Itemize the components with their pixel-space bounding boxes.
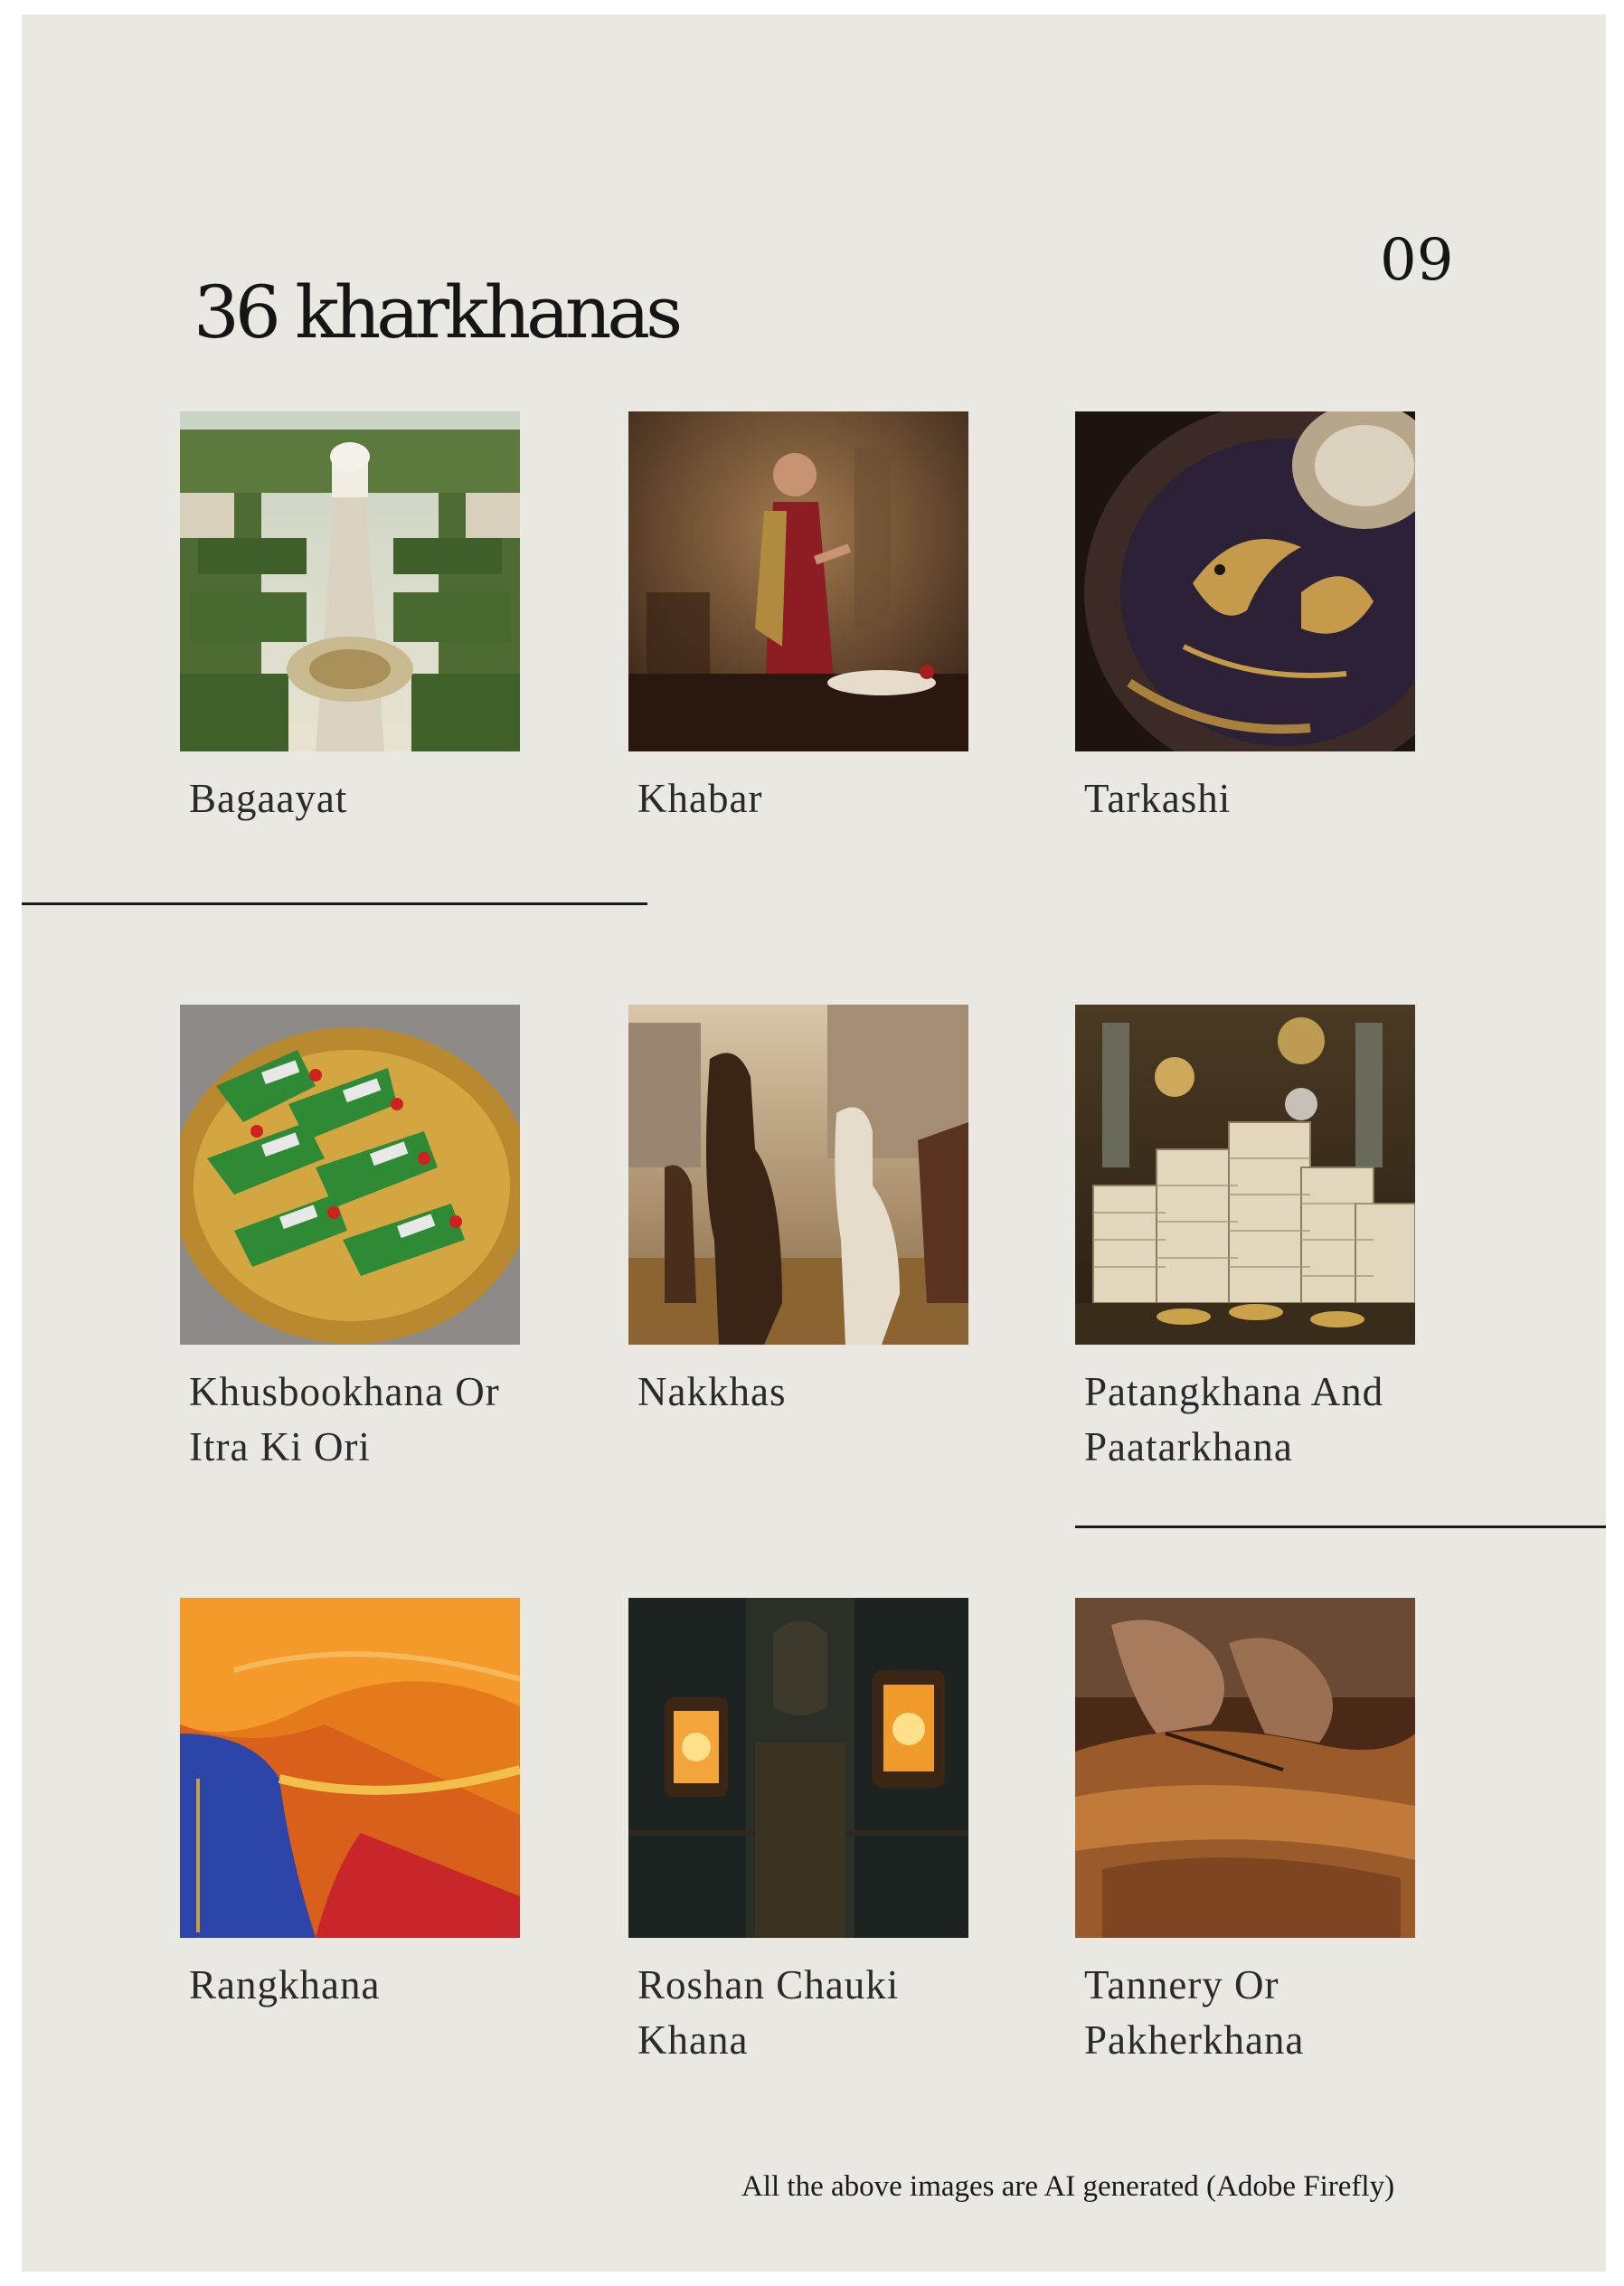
- grid-item-tarkashi: Tarkashi: [1075, 411, 1415, 827]
- item-caption: Nakkhas: [637, 1369, 787, 1414]
- item-caption: Patangkhana And Paatarkhana: [1084, 1369, 1384, 1469]
- item-caption: Rangkhana: [189, 1962, 381, 2007]
- wall-lanterns-image: [628, 1598, 968, 1938]
- grid-item-roshan-chauki: Roshan Chauki Khana: [628, 1598, 968, 2068]
- mughal-garden-image: [180, 411, 520, 751]
- leather-work-image: [1075, 1598, 1415, 1938]
- item-caption: Roshan Chauki Khana: [637, 1962, 900, 2063]
- page-title: 36 kharkhanas: [194, 270, 683, 354]
- grid-item-nakkhas: Nakkhas: [628, 1005, 968, 1420]
- grid-item-bagaayat: Bagaayat: [180, 411, 520, 827]
- ai-image-footnote: All the above images are AI generated (A…: [741, 2170, 1395, 2203]
- grid-item-khusbookhana: Khusbookhana Or Itra Ki Ori: [180, 1005, 520, 1475]
- silk-fabric-image: [180, 1598, 520, 1938]
- item-caption: Tannery Or Pakherkhana: [1084, 1962, 1305, 2063]
- item-caption: Bagaayat: [189, 776, 348, 821]
- page-number: 09: [1380, 227, 1454, 294]
- messenger-man-image: [628, 411, 968, 751]
- grid-item-rangkhana: Rangkhana: [180, 1598, 520, 2013]
- item-caption: Tarkashi: [1084, 776, 1232, 821]
- inlaid-vase-image: [1075, 411, 1415, 751]
- grid-item-patangkhana: Patangkhana And Paatarkhana: [1075, 1005, 1415, 1475]
- item-caption: Khabar: [637, 776, 763, 821]
- paan-platter-image: [180, 1005, 520, 1345]
- horses-image: [628, 1005, 968, 1345]
- grid-item-tannery: Tannery Or Pakherkhana: [1075, 1598, 1415, 2068]
- grid-item-khabar: Khabar: [628, 411, 968, 827]
- paper-stacks-image: [1075, 1005, 1415, 1345]
- divider-line: [1075, 1526, 1606, 1528]
- divider-line: [22, 902, 647, 905]
- document-page: 36 kharkhanas 09 Bagaayat Khabar Tarkash…: [22, 14, 1606, 2272]
- item-caption: Khusbookhana Or Itra Ki Ori: [189, 1369, 500, 1469]
